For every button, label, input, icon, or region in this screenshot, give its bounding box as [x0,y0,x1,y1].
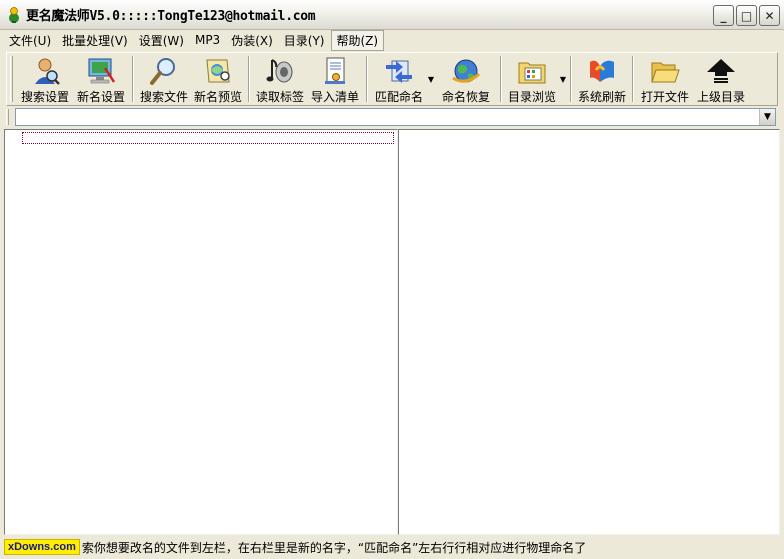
status-bar: xDowns.com 索你想要改名的文件到左栏，在右栏里是新的名字，“匹配命名”… [0,537,784,557]
toolbar: 搜索设置 新名设置 搜索文件 新名预览 读取标签 导入清单 匹配命名 ▼ 命名恢… [6,52,778,106]
path-bar: ▼ [6,107,776,127]
close-icon: ✕ [764,8,775,23]
read-tags-label: 读取标签 [255,90,304,104]
document-import-icon [318,55,352,86]
preview-button[interactable]: 新名预览 [191,53,245,105]
new-names-pane[interactable] [398,129,780,535]
open-file-label: 打开文件 [640,90,689,104]
window-title: 更名魔法师V5.0:::::TongTe123@hotmail.com [26,9,316,24]
system-refresh-label: 系统刷新 [577,90,626,104]
maximize-button[interactable]: □ [736,5,757,26]
import-list-button[interactable]: 导入清单 [307,53,363,105]
restore-names-button[interactable]: 命名恢复 [435,53,497,105]
match-rename-icon [382,55,416,86]
maximize-icon: □ [740,8,753,23]
source-files-pane[interactable] [4,129,398,535]
watermark-badge: xDowns.com [4,539,80,555]
search-settings-label: 搜索设置 [20,90,69,104]
search-files-label: 搜索文件 [139,90,188,104]
new-name-settings-button[interactable]: 新名设置 [73,53,129,105]
parent-directory-label: 上级目录 [696,90,745,104]
close-button[interactable]: ✕ [759,5,780,26]
new-name-settings-icon [84,55,118,86]
minimize-icon: _ [720,8,727,23]
system-refresh-button[interactable]: 系统刷新 [575,53,629,105]
search-settings-button[interactable]: 搜索设置 [17,53,73,105]
menu-mp3[interactable]: MP3 [190,32,225,48]
parent-directory-button[interactable]: 上级目录 [693,53,749,105]
refresh-icon [585,55,619,86]
minimize-button[interactable]: _ [713,5,734,26]
path-combobox[interactable]: ▼ [15,108,776,126]
magnifier-icon [147,55,181,86]
preview-label: 新名预览 [193,90,242,104]
menu-disguise[interactable]: 伪装(X) [226,31,278,50]
path-bar-grip[interactable] [6,109,9,125]
menu-help[interactable]: 帮助(Z) [330,29,385,51]
match-rename-button[interactable]: 匹配命名 [371,53,427,105]
folder-browse-icon [515,55,549,86]
new-name-settings-label: 新名设置 [76,90,125,104]
chevron-down-icon[interactable]: ▼ [759,109,775,125]
search-files-button[interactable]: 搜索文件 [137,53,191,105]
menu-bar: 文件(U) 批量处理(V) 设置(W) MP3 伪装(X) 目录(Y) 帮助(Z… [0,29,784,51]
import-list-label: 导入清单 [310,90,359,104]
menu-directory[interactable]: 目录(Y) [279,31,330,50]
globe-restore-icon [449,55,483,86]
match-rename-dropdown-icon[interactable]: ▼ [427,75,435,84]
title-bar[interactable]: 更名魔法师V5.0:::::TongTe123@hotmail.com _ □ … [0,0,784,30]
menu-settings[interactable]: 设置(W) [134,31,189,50]
preview-icon [201,55,235,86]
read-tags-button[interactable]: 读取标签 [253,53,307,105]
app-icon [6,6,22,24]
focused-list-row[interactable] [22,132,394,144]
open-folder-icon [648,55,682,86]
status-text: 索你想要改名的文件到左栏，在右栏里是新的名字，“匹配命名”左右行行相对应进行物理… [81,540,587,555]
match-rename-label: 匹配命名 [374,90,423,104]
browse-directory-label: 目录浏览 [507,90,556,104]
toolbar-grip[interactable] [10,56,13,102]
toolbar-separator [132,56,134,102]
restore-names-label: 命名恢复 [441,90,490,104]
music-speaker-icon [263,55,297,86]
menu-batch[interactable]: 批量处理(V) [57,31,133,50]
toolbar-separator [570,56,572,102]
browse-directory-dropdown-icon[interactable]: ▼ [559,75,567,84]
open-file-button[interactable]: 打开文件 [637,53,693,105]
search-settings-icon [28,55,62,86]
toolbar-separator [632,56,634,102]
toolbar-separator [366,56,368,102]
browse-directory-button[interactable]: 目录浏览 [505,53,559,105]
toolbar-separator [248,56,250,102]
menu-file[interactable]: 文件(U) [4,31,56,50]
toolbar-separator [500,56,502,102]
up-arrow-icon [704,55,738,86]
